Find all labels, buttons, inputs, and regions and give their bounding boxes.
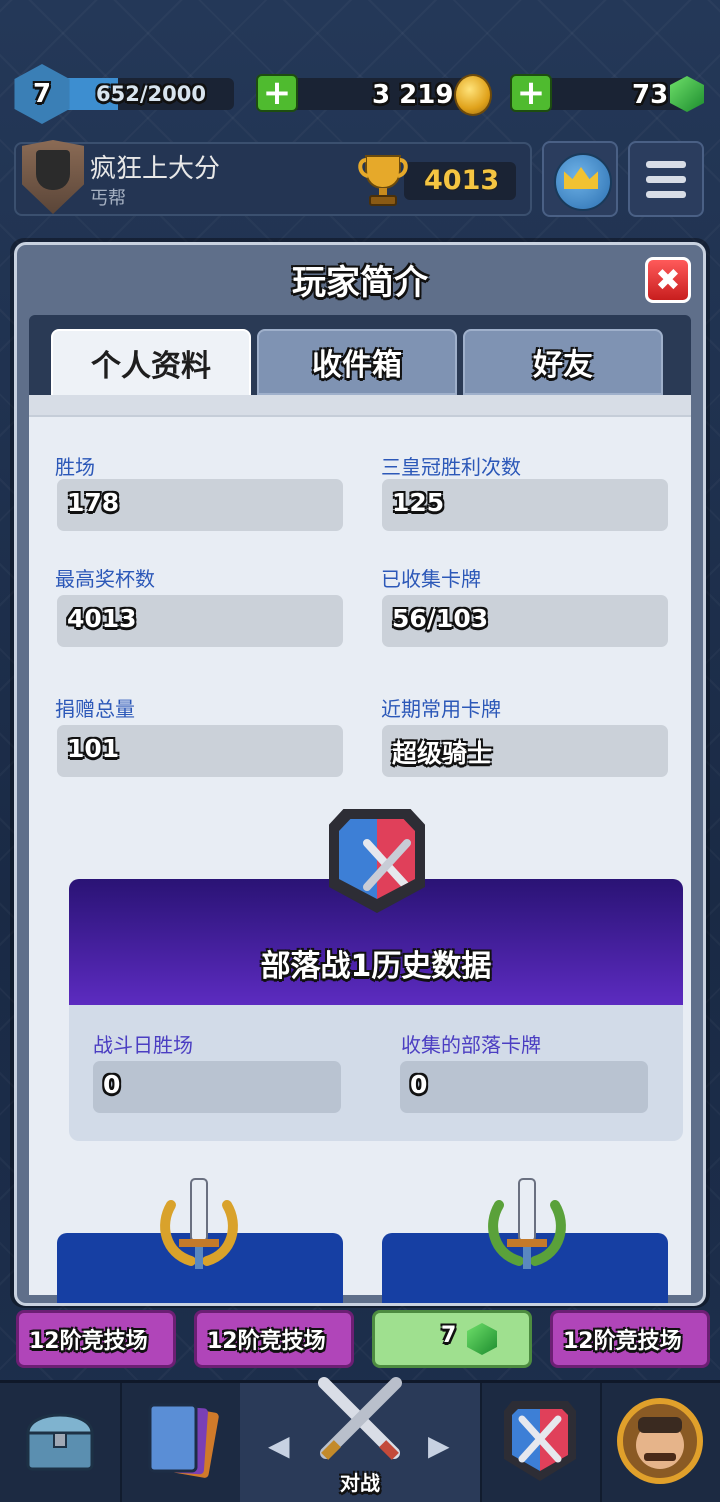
player-profile-modal: 玩家简介 ✖ 个人资料 收件箱 好友 胜场 178 三皇冠胜利次数 125 最高… [14, 242, 706, 1306]
favorite-card-value: 超级骑士 [392, 739, 493, 768]
profile-content[interactable]: 胜场 178 三皇冠胜利次数 125 最高奖杯数 4013 已收集卡牌 56/1… [29, 395, 691, 1303]
trophy-icon [358, 155, 408, 206]
three-crown-label: 三皇冠胜利次数 [381, 455, 521, 479]
add-gems-label: + [516, 73, 546, 113]
donations-value: 101 [67, 734, 120, 763]
nav-battle[interactable]: ◀ ▶ 对战 [240, 1377, 482, 1502]
nav-cards[interactable] [120, 1383, 242, 1502]
xp-text: 652/2000 [96, 82, 206, 106]
bottom-nav: ◀ ▶ 对战 [0, 1377, 720, 1502]
cards-found-box: 56/103 [382, 595, 668, 647]
add-gold-label: + [262, 73, 292, 113]
tab-friends[interactable]: 好友 [463, 329, 663, 395]
best-trophies-value: 4013 [67, 604, 137, 633]
clan-war-title: 部落战1历史数据 [260, 949, 492, 984]
clan-shield-icon [22, 140, 84, 214]
battle-day-wins-box: 0 [93, 1061, 341, 1113]
favorite-card-label: 近期常用卡牌 [381, 697, 501, 721]
tab-inbox-label: 收件箱 [312, 348, 402, 383]
clan-war-body: 战斗日胜场 0 收集的部落卡牌 0 [69, 1005, 683, 1141]
three-crown-value: 125 [392, 488, 445, 517]
chest-icon [26, 1413, 94, 1471]
player-name: 疯狂上大分 [90, 154, 221, 184]
battle-day-wins-value: 0 [103, 1070, 121, 1099]
cards-icon [148, 1403, 219, 1478]
donations-box: 101 [57, 725, 343, 777]
battle-day-wins-label: 战斗日胜场 [93, 1033, 193, 1057]
gem-icon [467, 1323, 497, 1355]
gem-offer-count: 7 [441, 1323, 457, 1348]
content-divider [29, 395, 691, 417]
wins-value: 178 [67, 488, 120, 517]
add-gems-button[interactable]: + [510, 73, 552, 113]
wins-box: 178 [57, 479, 343, 531]
clan-war-nav-icon [504, 1401, 576, 1481]
laurel-green-icon [488, 1178, 566, 1269]
trophy-count: 4013 [424, 165, 500, 196]
gem-bar: 73 [532, 78, 692, 110]
menu-button[interactable] [628, 141, 704, 217]
tab-profile-label: 个人资料 [91, 349, 211, 384]
laurel-gold-icon [160, 1178, 238, 1269]
level-badge-icon[interactable]: 7 [14, 64, 70, 124]
prev-arrow-icon[interactable]: ◀ [268, 1429, 290, 1462]
clan-cards-value: 0 [410, 1070, 428, 1099]
arena-tile-2[interactable]: 12阶竞技场 [194, 1310, 354, 1368]
arena-label-3: 12阶竞技场 [563, 1329, 682, 1354]
nav-shop[interactable] [0, 1383, 122, 1502]
gold-coin-icon [454, 74, 492, 116]
clan-cards-box: 0 [400, 1061, 648, 1113]
clan-name: 丐帮 [90, 188, 126, 209]
arena-label-2: 12阶竞技场 [207, 1329, 326, 1354]
level-number: 7 [32, 79, 52, 109]
arena-label-1: 12阶竞技场 [29, 1329, 148, 1354]
top-bar: 652/2000 7 3 219 + 73 + [0, 64, 720, 124]
social-button[interactable] [542, 141, 618, 217]
gem-amount: 73 [632, 80, 669, 110]
gem-offer-tile[interactable]: 7 [372, 1310, 532, 1368]
modal-title: 玩家简介 [292, 263, 428, 303]
donations-label: 捐赠总量 [55, 697, 135, 721]
tab-inbox[interactable]: 收件箱 [257, 329, 457, 395]
swords-icon [318, 1377, 402, 1460]
close-button[interactable]: ✖ [645, 257, 691, 303]
tab-friends-label: 好友 [533, 348, 593, 383]
wins-label: 胜场 [55, 455, 95, 479]
battle-label: 对战 [340, 1471, 380, 1495]
gold-amount: 3 219 [372, 80, 454, 110]
tab-profile[interactable]: 个人资料 [51, 329, 251, 397]
cards-found-label: 已收集卡牌 [381, 567, 481, 591]
nav-clan[interactable] [480, 1383, 602, 1502]
best-trophies-box: 4013 [57, 595, 343, 647]
favorite-card-box: 超级骑士 [382, 725, 668, 777]
trophy-box: 4013 [404, 162, 516, 200]
nav-events[interactable] [600, 1383, 720, 1502]
gold-bar: 3 219 [280, 78, 476, 110]
clan-cards-label: 收集的部落卡牌 [401, 1033, 541, 1057]
avatar-laurel-icon [617, 1398, 703, 1484]
best-trophies-label: 最高奖杯数 [55, 567, 155, 591]
player-bar[interactable]: 疯狂上大分 丐帮 4013 [14, 140, 532, 216]
arena-tile-1[interactable]: 12阶竞技场 [16, 1310, 176, 1368]
cards-found-value: 56/103 [392, 604, 489, 633]
xp-bar: 652/2000 [62, 78, 234, 110]
close-icon: ✖ [655, 262, 681, 298]
add-gold-button[interactable]: + [256, 73, 298, 113]
tab-strip: 个人资料 收件箱 好友 [29, 315, 691, 397]
next-arrow-icon[interactable]: ▶ [428, 1429, 450, 1462]
three-crown-box: 125 [382, 479, 668, 531]
arena-tile-3[interactable]: 12阶竞技场 [550, 1310, 710, 1368]
